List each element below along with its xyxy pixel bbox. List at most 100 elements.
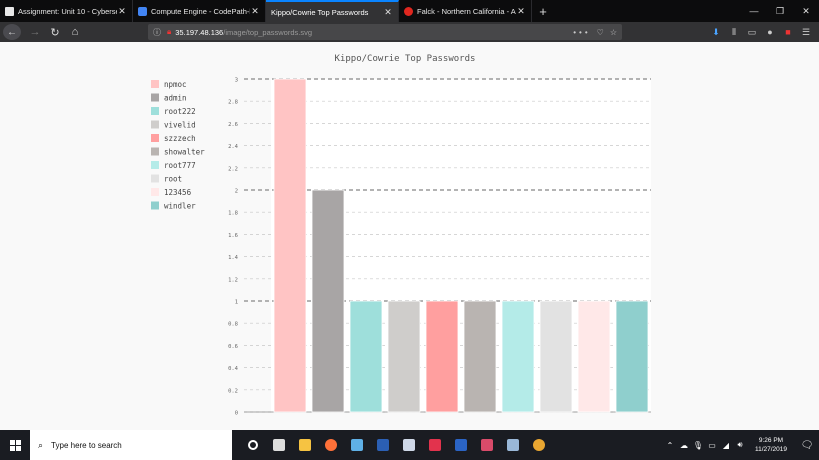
- url-bar[interactable]: ⓘ 🔒︎ 35.197.48.136/image/top_passwords.s…: [148, 24, 622, 40]
- tab-strip: Assignment: Unit 10 - Cyberse ✕ Compute …: [0, 0, 819, 22]
- y-tick-label: 2.6: [228, 122, 238, 128]
- y-tick-label: 1: [235, 300, 238, 306]
- windows-icon: [9, 439, 21, 451]
- legend-swatch: [151, 161, 159, 169]
- back-icon[interactable]: ←: [3, 24, 21, 40]
- bar: [349, 300, 383, 413]
- legend-swatch: [151, 174, 159, 183]
- addon-badge-icon[interactable]: ■: [781, 24, 795, 40]
- close-window-icon[interactable]: ✕: [793, 0, 819, 22]
- task-view-icon[interactable]: [266, 430, 292, 460]
- forward-icon[interactable]: →: [25, 23, 45, 41]
- pocket-icon[interactable]: ♡: [597, 28, 604, 37]
- bar-chart: Kippo/Cowrie Top Passwords npmoc admin roo…: [151, 54, 651, 417]
- info-icon[interactable]: ⓘ: [153, 27, 161, 38]
- network-app-icon[interactable]: [500, 430, 526, 460]
- insecure-lock-icon[interactable]: 🔒︎: [167, 27, 171, 37]
- toolbar-right: ⬇ ⫴ ▭ ● ■ ☰: [709, 24, 813, 40]
- bookmark-star-icon[interactable]: ☆: [610, 28, 617, 37]
- restore-icon[interactable]: ❐: [767, 0, 793, 22]
- taskbar-search[interactable]: ⌕ Type here to search: [30, 430, 232, 460]
- search-placeholder: Type here to search: [51, 440, 122, 450]
- minimize-icon[interactable]: —: [741, 0, 767, 22]
- reload-icon[interactable]: ↻: [45, 23, 65, 41]
- legend-label: npmoc: [164, 80, 187, 89]
- onedrive-icon[interactable]: ☁: [677, 441, 691, 450]
- tab-label: Falck - Northern California - Alr: [417, 6, 516, 16]
- start-button[interactable]: [0, 430, 30, 460]
- volume-icon[interactable]: 🔊︎: [733, 440, 747, 450]
- firefox-icon-glyph: [325, 439, 337, 451]
- y-tick-label: 2: [235, 189, 238, 195]
- notepad-icon[interactable]: [344, 430, 370, 460]
- screen-record-icon-glyph: [429, 439, 441, 451]
- falck-icon: [404, 6, 413, 16]
- tab-top-passwords[interactable]: Kippo/Cowrie Top Passwords ✕: [266, 0, 399, 22]
- chevron-up-icon[interactable]: ⌃: [663, 441, 677, 450]
- y-tick-label: 1.2: [228, 277, 238, 283]
- tab-assignment[interactable]: Assignment: Unit 10 - Cyberse ✕: [0, 0, 133, 22]
- battery-icon[interactable]: ▭: [705, 441, 719, 450]
- library-icon[interactable]: ⫴: [727, 24, 741, 40]
- y-tick-label: 1.6: [228, 233, 238, 239]
- vpn-icon[interactable]: [396, 430, 422, 460]
- extension-icon[interactable]: ●: [763, 24, 777, 40]
- word-icon[interactable]: [448, 430, 474, 460]
- canvas-icon: [5, 6, 14, 16]
- tab-label: Kippo/Cowrie Top Passwords: [271, 7, 369, 17]
- snip-icon[interactable]: [474, 430, 500, 460]
- screen-record-icon[interactable]: [422, 430, 448, 460]
- sidebar-icon[interactable]: ▭: [745, 24, 759, 40]
- legend-label: root222: [164, 107, 196, 116]
- firefox-icon[interactable]: [318, 430, 344, 460]
- menu-icon[interactable]: ☰: [799, 24, 813, 40]
- url-host: 35.197.48.136: [175, 27, 224, 37]
- legend: npmoc admin root222 vivelid szzzech showalter…: [151, 80, 205, 211]
- bar: [615, 300, 649, 413]
- file-explorer-icon[interactable]: [292, 430, 318, 460]
- tab-compute-engine[interactable]: Compute Engine - CodePath-l ✕: [133, 0, 266, 22]
- bar: [425, 300, 459, 413]
- page-actions-icon[interactable]: •••: [573, 28, 590, 37]
- network-icon[interactable]: ◢: [719, 441, 733, 450]
- y-tick-label: 0: [235, 411, 238, 417]
- close-icon[interactable]: ✕: [250, 6, 260, 17]
- search-icon: ⌕: [38, 439, 44, 450]
- y-tick-label: 1.4: [228, 255, 239, 261]
- task-view-icon-glyph: [273, 439, 285, 451]
- clock-date: 11/27/2019: [754, 446, 788, 453]
- chrome-icon[interactable]: [526, 430, 552, 460]
- chrome-icon-glyph: [533, 439, 545, 451]
- bar: [311, 189, 345, 413]
- close-icon[interactable]: ✕: [117, 6, 127, 17]
- y-tick-label: 2.8: [228, 100, 238, 106]
- close-icon[interactable]: ✕: [516, 6, 526, 17]
- taskbar: ⌕ Type here to search ⌃ ☁ 🎙︎ ▭ ◢ 🔊︎ 9:26…: [0, 430, 819, 460]
- taskbar-apps: [240, 430, 552, 460]
- download-icon[interactable]: ⬇: [709, 24, 723, 40]
- new-tab-button[interactable]: +: [532, 0, 554, 22]
- y-tick-label: 0.6: [228, 344, 238, 350]
- bar: [273, 78, 307, 413]
- page-content: Kippo/Cowrie Top Passwords npmoc admin roo…: [0, 42, 819, 430]
- tab-label: Assignment: Unit 10 - Cyberse: [18, 6, 117, 16]
- chart-title: Kippo/Cowrie Top Passwords: [335, 54, 476, 64]
- close-icon[interactable]: ✕: [383, 7, 393, 18]
- browser-window: Assignment: Unit 10 - Cyberse ✕ Compute …: [0, 0, 819, 460]
- home-icon[interactable]: ⌂: [65, 23, 85, 41]
- bar: [387, 300, 421, 413]
- y-tick-label: 3: [235, 78, 238, 84]
- legend-swatch: [151, 107, 159, 115]
- microphone-icon[interactable]: 🎙︎: [691, 441, 705, 450]
- clock[interactable]: 9:26 PM 11/27/2019: [747, 436, 795, 454]
- notification-icon[interactable]: 🗨︎: [795, 440, 819, 451]
- cortana-icon-glyph: [248, 440, 258, 450]
- legend-swatch: [151, 201, 159, 210]
- tab-label: Compute Engine - CodePath-l: [151, 6, 250, 16]
- tab-falck[interactable]: Falck - Northern California - Alr ✕: [399, 0, 532, 22]
- legend-label: vivelid: [164, 121, 196, 130]
- powershell-icon-glyph: [377, 439, 389, 451]
- powershell-icon[interactable]: [370, 430, 396, 460]
- cortana-icon[interactable]: [240, 430, 266, 460]
- gcloud-icon: [138, 6, 147, 16]
